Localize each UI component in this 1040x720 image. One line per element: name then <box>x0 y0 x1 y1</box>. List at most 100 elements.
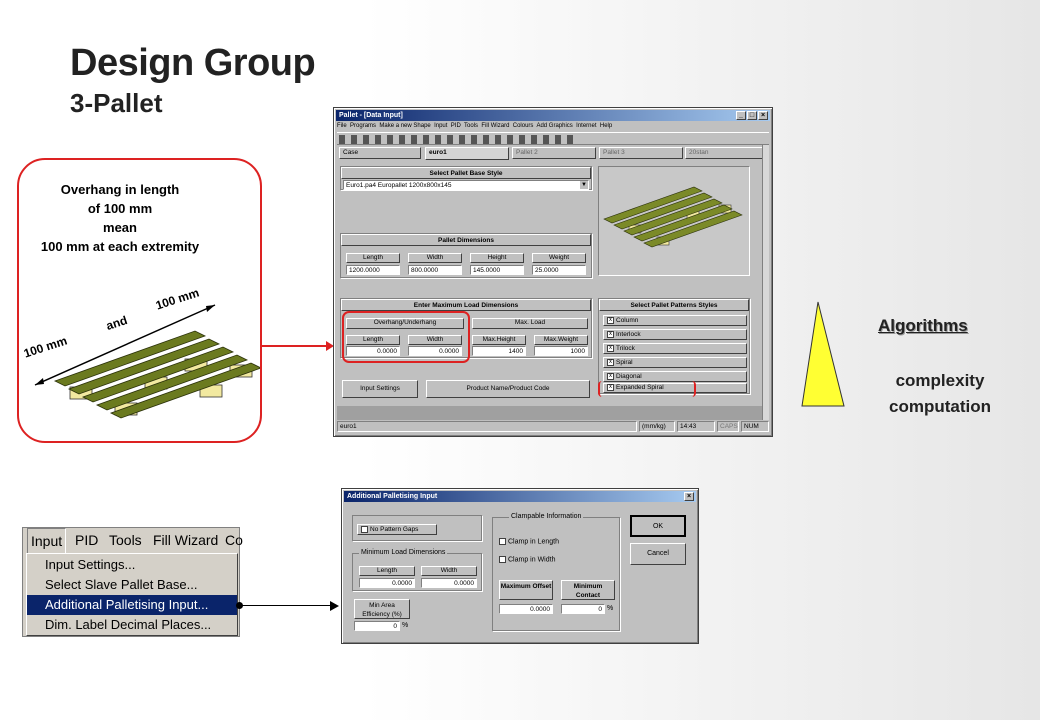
menu-colours-crop[interactable]: Co <box>225 528 243 552</box>
min-contact-input[interactable]: 0 <box>561 604 605 614</box>
menu-input-open[interactable]: Input <box>27 528 67 554</box>
menu-file[interactable]: File <box>337 123 347 129</box>
menu-input[interactable]: Input <box>434 123 447 129</box>
checkbox-checked-icon[interactable]: x <box>607 372 614 380</box>
menu-programs[interactable]: Programs <box>350 123 376 129</box>
tab-euro1[interactable]: euro1 <box>425 147 509 160</box>
window-title: Pallet - [Data Input] <box>339 112 403 119</box>
checkbox-icon[interactable] <box>499 538 506 545</box>
menu-internet[interactable]: Internet <box>576 123 596 129</box>
status-time: 14:43 <box>677 421 715 432</box>
clamp-length-checkbox[interactable]: Clamp in Length <box>499 538 559 545</box>
tab-pallet-3[interactable]: Pallet 3 <box>599 147 683 159</box>
close-button[interactable]: × <box>758 111 768 120</box>
dialog-titlebar: Additional Palletising Input × <box>344 491 696 502</box>
input-dropdown: Input Settings... Select Slave Pallet Ba… <box>26 553 238 636</box>
slide-subtitle: 3-Pallet <box>70 88 163 118</box>
connector-line-top <box>262 345 332 347</box>
pattern-column[interactable]: x Column <box>603 315 747 326</box>
max-height-input[interactable]: 1400 <box>472 346 526 356</box>
dialog-title: Additional Palletising Input <box>347 493 438 500</box>
checkbox-checked-icon[interactable]: x <box>607 358 614 366</box>
dim-header-height: Height <box>470 253 524 263</box>
clamp-width-checkbox[interactable]: Clamp in Width <box>499 556 555 563</box>
toolbar <box>337 132 769 145</box>
menu-item-additional-palletising[interactable]: Additional Palletising Input... <box>27 595 237 615</box>
cancel-button[interactable]: Cancel <box>630 543 686 565</box>
max-offset-input[interactable]: 0.0000 <box>499 604 553 614</box>
dim-header-length: Length <box>346 253 400 263</box>
menu-pid[interactable]: PID <box>451 123 461 129</box>
dim-header-weight: Weight <box>532 253 586 263</box>
max-weight-input[interactable]: 1000 <box>534 346 588 356</box>
dim-length-input[interactable]: 1200.0000 <box>346 265 400 275</box>
checkbox-checked-icon[interactable]: x <box>607 316 614 324</box>
pattern-spiral[interactable]: x Spiral <box>603 357 747 368</box>
menu-tools-crop[interactable]: Tools <box>109 528 142 552</box>
overhang-line-3: mean <box>103 220 137 235</box>
menu-item-dim-label-decimal[interactable]: Dim. Label Decimal Places... <box>27 615 237 635</box>
min-width-input[interactable]: 0.0000 <box>421 578 477 588</box>
menu-fill-wizard-crop[interactable]: Fill Wizard <box>153 528 218 552</box>
toolbar-icons[interactable] <box>339 135 579 144</box>
input-settings-button[interactable]: Input Settings <box>342 380 418 398</box>
overhang-line-2: of 100 mm <box>87 201 153 216</box>
pattern-interlock-label: Interlock <box>616 331 641 338</box>
base-style-value: Euro1.pa4 Europallet 1200x800x145 <box>346 182 452 189</box>
checkbox-checked-icon[interactable]: x <box>607 344 614 352</box>
load-header-max-height: Max.Height <box>472 335 526 345</box>
dialog-close-button[interactable]: × <box>684 492 694 501</box>
min-area-input[interactable]: 0 <box>354 621 400 631</box>
overhang-line-4: 100 mm at each extremity <box>40 239 200 254</box>
tab-pallet-2[interactable]: Pallet 2 <box>512 147 596 159</box>
menu-pid-crop[interactable]: PID <box>75 528 98 552</box>
window-titlebar: Pallet - [Data Input] _ □ × <box>336 110 770 121</box>
menu-crop-bar: Input PID Tools Fill Wizard Co <box>23 528 243 554</box>
chevron-down-icon[interactable]: ▼ <box>580 181 588 189</box>
product-name-button[interactable]: Product Name/Product Code <box>426 380 590 398</box>
menu-colours[interactable]: Colours <box>513 123 534 129</box>
no-pattern-gaps-checkbox[interactable]: No Pattern Gaps <box>357 524 437 535</box>
min-length-input[interactable]: 0.0000 <box>359 578 415 588</box>
pattern-gaps-group: No Pattern Gaps <box>352 515 482 541</box>
minimize-button[interactable]: _ <box>736 111 746 120</box>
dim-weight-input[interactable]: 25.0000 <box>532 265 586 275</box>
arrow-head-left <box>35 378 44 385</box>
base-style-select[interactable]: Euro1.pa4 Europallet 1200x800x145 ▼ <box>343 180 589 190</box>
base-style-title: Select Pallet Base Style <box>341 167 591 179</box>
connector-arrow-bottom <box>330 601 339 611</box>
checkbox-checked-icon[interactable]: x <box>607 330 614 338</box>
menu-make-shape[interactable]: Make a new Shape <box>379 123 430 129</box>
status-units: (mm/kg) <box>639 421 675 432</box>
pattern-trilock[interactable]: x Trilock <box>603 343 747 354</box>
patterns-group: Select Pallet Patterns Styles x Column xI… <box>598 298 750 394</box>
menu-fill-wizard[interactable]: Fill Wizard <box>481 123 509 129</box>
checkbox-icon[interactable] <box>361 525 368 533</box>
max-load-header: Max. Load <box>472 318 588 329</box>
dim-width-input[interactable]: 800.0000 <box>408 265 462 275</box>
dim-height-input[interactable]: 145.0000 <box>470 265 524 275</box>
dim-header-width: Width <box>408 253 462 263</box>
expanded-spiral-highlight <box>598 381 696 397</box>
menu-tools[interactable]: Tools <box>464 123 478 129</box>
menu-help[interactable]: Help <box>600 123 612 129</box>
overhang-highlight <box>342 311 470 363</box>
pallet-illustration <box>34 304 260 419</box>
menu-item-select-slave-pallet[interactable]: Select Slave Pallet Base... <box>27 575 237 595</box>
clamp-length-label: Clamp in Length <box>508 538 559 546</box>
ok-button[interactable]: OK <box>630 515 686 537</box>
min-header-length: Length <box>359 566 415 576</box>
checkbox-icon[interactable] <box>499 556 506 563</box>
client-area-bottom <box>337 406 769 420</box>
vertical-scrollbar[interactable] <box>762 145 769 420</box>
menu-add-graphics[interactable]: Add Graphics <box>536 123 572 129</box>
maximize-button[interactable]: □ <box>747 111 757 120</box>
clampable-title: Clampable Information <box>509 513 584 520</box>
overhang-line-1: Overhang in length <box>60 182 180 197</box>
menu-item-input-settings[interactable]: Input Settings... <box>27 555 237 575</box>
status-bar: euro1 (mm/kg) 14:43 CAPS NUM <box>337 421 769 433</box>
min-header-width: Width <box>421 566 477 576</box>
tab-20stan[interactable]: 20stan <box>685 147 769 159</box>
tab-case[interactable]: Case <box>339 147 421 159</box>
pattern-interlock[interactable]: x Interlock <box>603 329 747 340</box>
